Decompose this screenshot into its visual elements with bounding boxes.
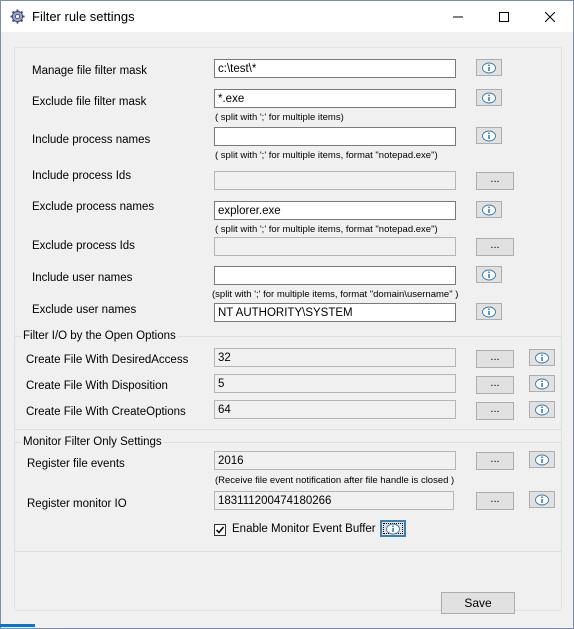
window-title: Filter rule settings <box>32 9 135 24</box>
exclude-user-names-info-button[interactable] <box>476 303 502 320</box>
info-icon <box>482 130 496 141</box>
exclude-user-names-field[interactable]: NT AUTHORITY\SYSTEM <box>214 303 456 322</box>
manage-file-filter-mask-label: Manage file filter mask <box>32 65 148 77</box>
create-file-with-disposition-browse-button[interactable]: ... <box>476 376 514 394</box>
include-process-ids-browse-button[interactable]: ... <box>476 172 514 190</box>
close-icon <box>544 11 556 23</box>
close-button[interactable] <box>527 1 573 32</box>
info-icon <box>535 454 549 465</box>
info-icon <box>482 204 496 215</box>
info-icon <box>535 404 549 415</box>
checkmark-icon <box>215 526 225 534</box>
create-file-with-disposition-field[interactable]: 5 <box>214 374 456 393</box>
create-file-with-createoptions-field[interactable]: 64 <box>214 400 456 419</box>
enable-monitor-buffer-label[interactable]: Enable Monitor Event Buffer <box>232 523 376 535</box>
exclude-process-names-hint: ( split with ';' for multiple items, for… <box>215 224 438 235</box>
exclude-process-ids-browse-button[interactable]: ... <box>476 238 514 256</box>
include-process-names-hint: ( split with ';' for multiple items, for… <box>215 150 438 161</box>
open-options-legend: Filter I/O by the Open Options <box>21 330 178 342</box>
register-monitor-io-browse-button[interactable]: ... <box>476 492 514 510</box>
minimize-icon <box>453 16 463 18</box>
monitor-buffer-info-button[interactable] <box>380 520 406 537</box>
filter-rule-settings-window: Filter rule settings Manage file filter … <box>0 0 574 629</box>
create-file-with-createoptions-browse-button[interactable]: ... <box>476 402 514 420</box>
create-file-with-disposition-label: Create File With Disposition <box>26 380 168 392</box>
register-file-events-field[interactable]: 2016 <box>214 451 456 470</box>
create-file-with-createoptions-label: Create File With CreateOptions <box>26 406 186 418</box>
info-icon <box>535 494 549 505</box>
register-file-events-label: Register file events <box>27 458 125 470</box>
create-file-with-desiredaccess-info-button[interactable] <box>529 349 555 366</box>
minimize-button[interactable] <box>435 1 481 32</box>
enable-monitor-buffer-checkbox[interactable] <box>214 524 226 536</box>
create-file-with-desiredaccess-field[interactable]: 32 <box>214 348 456 367</box>
manage-file-filter-mask-info-button[interactable] <box>476 59 502 76</box>
maximize-icon <box>499 11 509 22</box>
exclude-process-names-field[interactable]: explorer.exe <box>214 201 456 220</box>
create-file-with-desiredaccess-label: Create File With DesiredAccess <box>26 354 189 366</box>
register-monitor-io-info-button[interactable] <box>529 491 555 508</box>
info-icon <box>482 62 496 73</box>
exclude-process-names-info-button[interactable] <box>476 201 502 218</box>
manage-file-filter-mask-field[interactable]: c:\test\* <box>214 59 456 78</box>
taskbar-accent-bar <box>0 624 35 627</box>
info-icon <box>535 378 549 389</box>
register-file-events-hint: (Receive file event notification after f… <box>215 475 455 486</box>
include-user-names-field[interactable] <box>214 266 456 285</box>
monitor-settings-legend: Monitor Filter Only Settings <box>21 436 164 448</box>
exclude-file-filter-mask-info-button[interactable] <box>476 89 502 106</box>
create-file-with-createoptions-info-button[interactable] <box>529 401 555 418</box>
exclude-process-ids-label: Exclude process Ids <box>32 240 135 252</box>
include-user-names-hint: (split with ';' for multiple items, form… <box>212 289 459 300</box>
info-icon <box>482 269 496 280</box>
save-button[interactable]: Save <box>441 592 515 614</box>
register-file-events-browse-button[interactable]: ... <box>476 452 514 470</box>
create-file-with-disposition-info-button[interactable] <box>529 375 555 392</box>
register-file-events-info-button[interactable] <box>529 451 555 468</box>
exclude-process-names-label: Exclude process names <box>32 201 155 213</box>
exclude-file-filter-mask-hint: ( split with ';' for multiple items) <box>215 112 344 123</box>
include-process-names-info-button[interactable] <box>476 127 502 144</box>
exclude-user-names-label: Exclude user names <box>32 304 137 316</box>
info-icon <box>386 523 400 534</box>
info-icon <box>482 92 496 103</box>
include-process-ids-field[interactable] <box>214 171 456 190</box>
include-process-names-field[interactable] <box>214 127 456 146</box>
info-icon <box>535 352 549 363</box>
exclude-file-filter-mask-field[interactable]: *.exe <box>214 89 456 108</box>
maximize-button[interactable] <box>481 1 527 32</box>
create-file-with-desiredaccess-browse-button[interactable]: ... <box>476 350 514 368</box>
include-process-ids-label: Include process Ids <box>32 170 132 182</box>
include-user-names-label: Include user names <box>32 272 133 284</box>
gear-app-icon <box>10 9 25 24</box>
title-bar: Filter rule settings <box>1 1 573 32</box>
register-monitor-io-label: Register monitor IO <box>27 498 127 510</box>
exclude-process-ids-field[interactable] <box>214 237 456 256</box>
exclude-file-filter-mask-label: Exclude file filter mask <box>32 96 147 108</box>
register-monitor-io-field[interactable]: 183111200474180266 <box>214 491 454 510</box>
include-process-names-label: Include process names <box>32 134 151 146</box>
info-icon <box>482 306 496 317</box>
include-user-names-info-button[interactable] <box>476 266 502 283</box>
